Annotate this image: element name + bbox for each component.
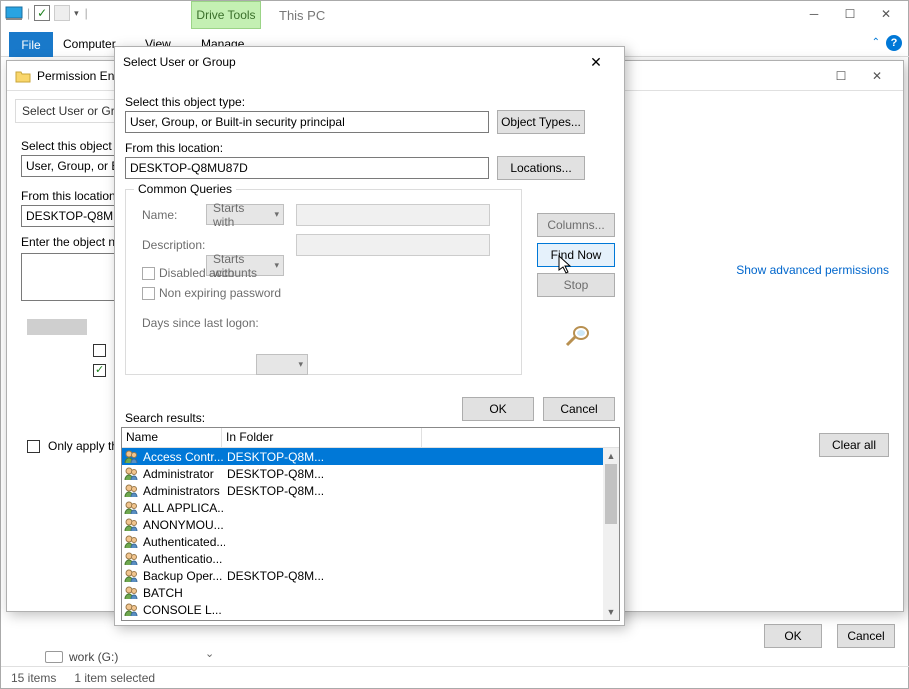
- qat-paste-icon[interactable]: [54, 5, 70, 21]
- locations-button[interactable]: Locations...: [497, 156, 585, 180]
- result-name: CONSOLE L...: [143, 603, 225, 617]
- window-title: This PC: [279, 8, 325, 23]
- drive-icon: [45, 651, 63, 663]
- result-name: ALL APPLICA...: [143, 501, 225, 515]
- perm-select-header: Select User or Group: [15, 99, 119, 123]
- dlg-obj-type-label: Select this object type:: [125, 95, 245, 109]
- user-group-icon: [124, 518, 140, 532]
- qat-checkbox-icon[interactable]: ✓: [34, 5, 50, 21]
- non-expiring-label: Non expiring password: [159, 286, 281, 300]
- drive-label[interactable]: work (G:): [69, 650, 118, 664]
- stop-button[interactable]: Stop: [537, 273, 615, 297]
- days-since-label: Days since last logon:: [142, 316, 259, 330]
- result-folder: DESKTOP-Q8M...: [225, 484, 324, 498]
- col-folder-header[interactable]: In Folder: [222, 428, 422, 447]
- result-name: BATCH: [143, 586, 225, 600]
- name-filter-input[interactable]: [296, 204, 490, 226]
- object-types-button[interactable]: Object Types...: [497, 110, 585, 134]
- dlg-cancel-button[interactable]: Cancel: [543, 397, 615, 421]
- status-items: 15 items: [11, 671, 56, 685]
- perm-enter-label: Enter the object name: [21, 235, 119, 249]
- close-button[interactable]: ✕: [868, 3, 904, 25]
- result-row[interactable]: ANONYMOU...: [122, 516, 619, 533]
- result-folder: DESKTOP-Q8M...: [225, 467, 324, 481]
- dlg-title: Select User or Group: [123, 55, 236, 69]
- status-selected: 1 item selected: [74, 671, 155, 685]
- result-row[interactable]: Access Contr...DESKTOP-Q8M...: [122, 448, 619, 465]
- perm-obj-type-label: Select this object type:: [21, 139, 119, 153]
- tab-file[interactable]: File: [9, 32, 53, 57]
- dlg-location-label: From this location:: [125, 141, 223, 155]
- help-icon[interactable]: ?: [886, 35, 902, 51]
- perm-cancel-button[interactable]: Cancel: [837, 624, 895, 648]
- columns-button[interactable]: Columns...: [537, 213, 615, 237]
- result-row[interactable]: ALL APPLICA...: [122, 499, 619, 516]
- show-advanced-link[interactable]: Show advanced permissions: [736, 263, 889, 277]
- result-row[interactable]: AdministratorsDESKTOP-Q8M...: [122, 482, 619, 499]
- search-icon: [563, 323, 593, 347]
- dlg-location-value: DESKTOP-Q8MU87D: [125, 157, 489, 179]
- results-scrollbar[interactable]: ▲ ▼: [603, 448, 619, 620]
- ribbon-expand-icon[interactable]: ⌃: [872, 37, 880, 48]
- desc-filter-input[interactable]: [296, 234, 490, 256]
- tab-computer[interactable]: Computer: [63, 37, 116, 51]
- folder-icon: [15, 69, 31, 83]
- maximize-button[interactable]: ☐: [832, 3, 868, 25]
- result-name: Administrators: [143, 484, 225, 498]
- result-name: Authenticatio...: [143, 552, 225, 566]
- drive-tools-context-tab[interactable]: Drive Tools: [191, 1, 261, 29]
- name-filter-mode[interactable]: Starts with: [206, 204, 284, 225]
- result-row[interactable]: Authenticated...: [122, 533, 619, 550]
- find-now-button[interactable]: Find Now: [537, 243, 615, 267]
- result-row[interactable]: Authenticatio...: [122, 550, 619, 567]
- user-group-icon: [124, 535, 140, 549]
- user-group-icon: [124, 569, 140, 583]
- content-scroll-chevron[interactable]: ⌄: [205, 647, 214, 660]
- qat-dropdown-icon[interactable]: ▾: [74, 8, 79, 19]
- user-group-icon: [124, 450, 140, 464]
- perm-checkbox-r[interactable]: ✓: [93, 364, 106, 377]
- user-group-icon: [124, 467, 140, 481]
- col-name-header[interactable]: Name: [122, 428, 222, 447]
- user-group-icon: [124, 586, 140, 600]
- search-results-label: Search results:: [125, 411, 205, 425]
- result-row[interactable]: CONSOLE L...: [122, 601, 619, 618]
- perm-ok-button[interactable]: OK: [764, 624, 822, 648]
- perm-maximize-button[interactable]: ☐: [823, 65, 859, 87]
- result-name: Administrator: [143, 467, 225, 481]
- dlg-obj-type-value: User, Group, or Built-in security princi…: [125, 111, 489, 133]
- disabled-accounts-checkbox[interactable]: [142, 267, 155, 280]
- result-folder: DESKTOP-Q8M...: [225, 569, 324, 583]
- result-row[interactable]: AdministratorDESKTOP-Q8M...: [122, 465, 619, 482]
- result-name: Authenticated...: [143, 535, 225, 549]
- result-row[interactable]: Backup Oper...DESKTOP-Q8M...: [122, 567, 619, 584]
- explorer-icon: [5, 5, 23, 21]
- only-apply-checkbox[interactable]: [27, 440, 40, 453]
- perm-close-button[interactable]: ✕: [859, 65, 895, 87]
- result-row[interactable]: BATCH: [122, 584, 619, 601]
- minimize-button[interactable]: ─: [796, 3, 832, 25]
- user-group-icon: [124, 603, 140, 617]
- user-group-icon: [124, 484, 140, 498]
- result-name: ANONYMOU...: [143, 518, 225, 532]
- dlg-ok-button[interactable]: OK: [462, 397, 534, 421]
- perm-checkbox-l[interactable]: [93, 344, 106, 357]
- perm-location-label: From this location:: [21, 189, 119, 203]
- clear-all-button[interactable]: Clear all: [819, 433, 889, 457]
- days-since-dropdown[interactable]: [256, 354, 308, 375]
- non-expiring-checkbox[interactable]: [142, 287, 155, 300]
- result-folder: DESKTOP-Q8M...: [225, 450, 324, 464]
- desc-filter-label: Description:: [142, 238, 205, 252]
- result-name: Access Contr...: [143, 450, 225, 464]
- common-queries-label: Common Queries: [134, 182, 236, 196]
- disabled-accounts-label: Disabled accounts: [159, 266, 257, 280]
- perm-location-value: DESKTOP-Q8MU87D: [21, 205, 119, 227]
- result-name: Backup Oper...: [143, 569, 225, 583]
- perm-obj-type-value: User, Group, or Built-in: [21, 155, 119, 177]
- dlg-close-button[interactable]: ✕: [576, 48, 616, 76]
- user-group-icon: [124, 552, 140, 566]
- user-group-icon: [124, 501, 140, 515]
- name-filter-label: Name:: [142, 208, 177, 222]
